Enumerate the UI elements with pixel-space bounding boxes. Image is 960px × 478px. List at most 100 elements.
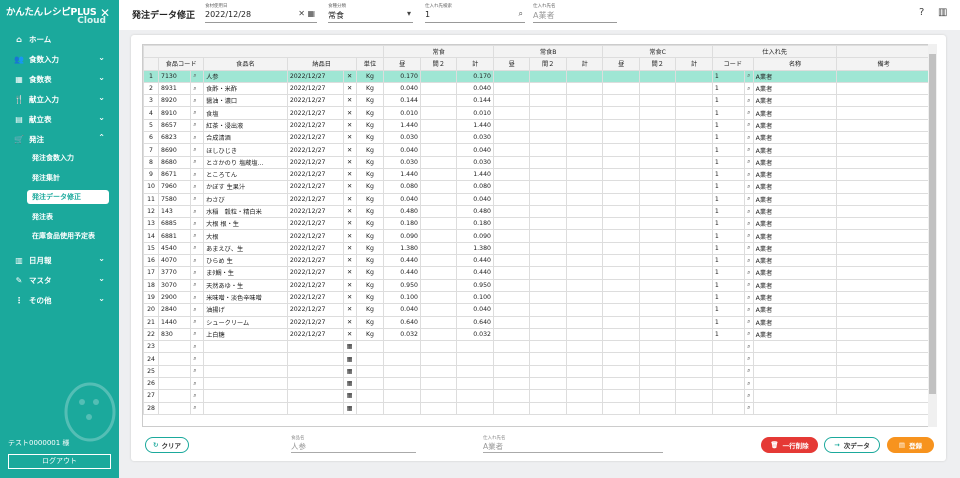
search-icon[interactable]: ⌕ (744, 266, 754, 280)
search-icon[interactable]: ⌕ (519, 9, 523, 19)
delivery-date-cell[interactable]: 2022/12/27 (286, 143, 344, 157)
food-code-cell[interactable]: 8931 (158, 81, 192, 96)
table-row[interactable]: 11 7580 ⌕ わさび 2022/12/27 ✕ Kg 0.040 0.040 1 ⌕ A業者 (143, 192, 929, 206)
total-c-cell[interactable] (675, 217, 713, 231)
total-cell[interactable]: 0.080 (456, 180, 494, 194)
supplier-code-cell[interactable]: 1 (711, 180, 746, 194)
supplier-name-cell[interactable] (752, 352, 838, 366)
total-c-cell[interactable] (675, 389, 713, 403)
hiru-b-cell[interactable] (492, 131, 531, 145)
food-code-cell[interactable]: 2840 (158, 303, 192, 317)
search-icon[interactable]: ⌕ (744, 69, 754, 83)
total-b-cell[interactable] (565, 131, 604, 145)
nav-item-5[interactable]: 🛒 発注 ⌃ (0, 130, 119, 148)
supplier-code-cell[interactable]: 1 (711, 131, 746, 145)
unit-cell[interactable]: Kg (355, 106, 385, 120)
calendar-icon[interactable]: ▦ (342, 389, 357, 403)
unit-cell[interactable]: Kg (355, 69, 385, 83)
supplier-name-cell[interactable]: A業者 (752, 303, 838, 317)
search-icon[interactable]: ⌕ (190, 192, 205, 206)
supplier-code-cell[interactable]: 1 (711, 94, 746, 108)
hiru-b-cell[interactable] (492, 340, 531, 354)
food-code-cell[interactable]: 7960 (158, 180, 192, 194)
hiru-c-cell[interactable] (602, 167, 640, 182)
kan2-c-cell[interactable] (638, 254, 677, 268)
hiru-b-cell[interactable] (492, 377, 531, 391)
next-data-button[interactable]: → 次データ (824, 437, 880, 453)
total-c-cell[interactable] (675, 155, 713, 169)
food-code-cell[interactable]: 143 (158, 204, 192, 219)
total-b-cell[interactable] (565, 229, 604, 243)
kan2-c-cell[interactable] (638, 278, 677, 292)
clear-icon[interactable]: ✕ (342, 131, 357, 145)
total-c-cell[interactable] (675, 94, 713, 108)
delivery-date-cell[interactable] (286, 389, 344, 403)
supplier-code-cell[interactable]: 1 (711, 303, 746, 317)
hiru-cell[interactable] (383, 389, 421, 403)
food-code-cell[interactable]: 6881 (158, 229, 192, 243)
total-cell[interactable] (456, 364, 494, 379)
clear-icon[interactable]: ✕ (342, 106, 357, 120)
kan2-c-cell[interactable] (638, 94, 677, 108)
delivery-date-cell[interactable]: 2022/12/27 (286, 167, 344, 182)
total-cell[interactable] (456, 389, 494, 403)
total-c-cell[interactable] (675, 377, 713, 391)
nav-item-2[interactable]: ▦ 食数表 ⌄ (0, 70, 119, 88)
note-cell[interactable] (836, 204, 929, 219)
search-icon[interactable]: ⌕ (744, 204, 754, 219)
delivery-date-cell[interactable] (286, 377, 344, 391)
search-icon[interactable]: ⌕ (744, 229, 754, 243)
total-b-cell[interactable] (565, 315, 604, 329)
search-icon[interactable]: ⌕ (744, 327, 754, 342)
supplier-code-cell[interactable] (711, 377, 746, 391)
kan2-c-cell[interactable] (638, 143, 677, 157)
table-row[interactable]: 14 6881 ⌕ 大根 2022/12/27 ✕ Kg 0.090 0.090 1 ⌕ A業者 (143, 229, 929, 243)
note-cell[interactable] (836, 352, 929, 366)
total-cell[interactable] (456, 352, 494, 366)
table-row[interactable]: 13 6885 ⌕ 大根 根・生 2022/12/27 ✕ Kg 0.180 0.180 1 ⌕ A業… (143, 217, 929, 231)
note-cell[interactable] (836, 155, 929, 169)
hiru-c-cell[interactable] (602, 352, 640, 366)
total-b-cell[interactable] (565, 327, 604, 342)
kan2-c-cell[interactable] (638, 401, 677, 415)
food-name-cell[interactable]: ほしひじき (203, 143, 288, 157)
note-cell[interactable] (836, 118, 929, 133)
hiru-cell[interactable]: 0.144 (383, 94, 421, 108)
hiru-cell[interactable]: 0.180 (383, 217, 421, 231)
food-name-cell[interactable] (203, 364, 288, 379)
kan2-c-cell[interactable] (638, 155, 677, 169)
supplier-code-cell[interactable]: 1 (711, 81, 746, 96)
total-b-cell[interactable] (565, 94, 604, 108)
chevron-down-icon[interactable]: ⌄ (98, 93, 105, 102)
kan2-c-cell[interactable] (638, 389, 677, 403)
search-icon[interactable]: ⌕ (190, 290, 205, 305)
table-row[interactable]: 27 ⌕ ▦ ⌕ (143, 389, 929, 403)
search-icon[interactable]: ⌕ (744, 192, 754, 206)
note-cell[interactable] (836, 143, 929, 157)
kan2-cell[interactable] (419, 327, 458, 342)
clear-icon[interactable]: ✕ (342, 278, 357, 292)
unit-cell[interactable]: Kg (355, 290, 385, 305)
note-cell[interactable] (836, 69, 929, 83)
search-icon[interactable]: ⌕ (190, 377, 205, 391)
food-name-cell[interactable]: わさび (203, 192, 288, 206)
hiru-c-cell[interactable] (602, 204, 640, 219)
total-c-cell[interactable] (675, 81, 713, 96)
unit-cell[interactable]: Kg (355, 167, 385, 182)
kan2-b-cell[interactable] (529, 94, 567, 108)
food-name-cell[interactable] (203, 340, 288, 354)
total-cell[interactable]: 0.040 (456, 143, 494, 157)
total-b-cell[interactable] (565, 389, 604, 403)
kan2-cell[interactable] (419, 167, 458, 182)
hiru-c-cell[interactable] (602, 229, 640, 243)
total-c-cell[interactable] (675, 327, 713, 342)
total-c-cell[interactable] (675, 340, 713, 354)
table-row[interactable]: 2 8931 ⌕ 食酢・米酢 2022/12/27 ✕ Kg 0.040 0.040 1 ⌕ A業者 (143, 81, 929, 96)
search-icon[interactable]: ⌕ (744, 254, 754, 268)
kan2-c-cell[interactable] (638, 241, 677, 256)
hiru-c-cell[interactable] (602, 389, 640, 403)
food-name-cell[interactable]: あまえび、生 (203, 241, 288, 256)
delivery-date-cell[interactable]: 2022/12/27 (286, 94, 344, 108)
search-icon[interactable]: ⌕ (744, 290, 754, 305)
clear-icon[interactable]: ✕ (342, 69, 357, 83)
